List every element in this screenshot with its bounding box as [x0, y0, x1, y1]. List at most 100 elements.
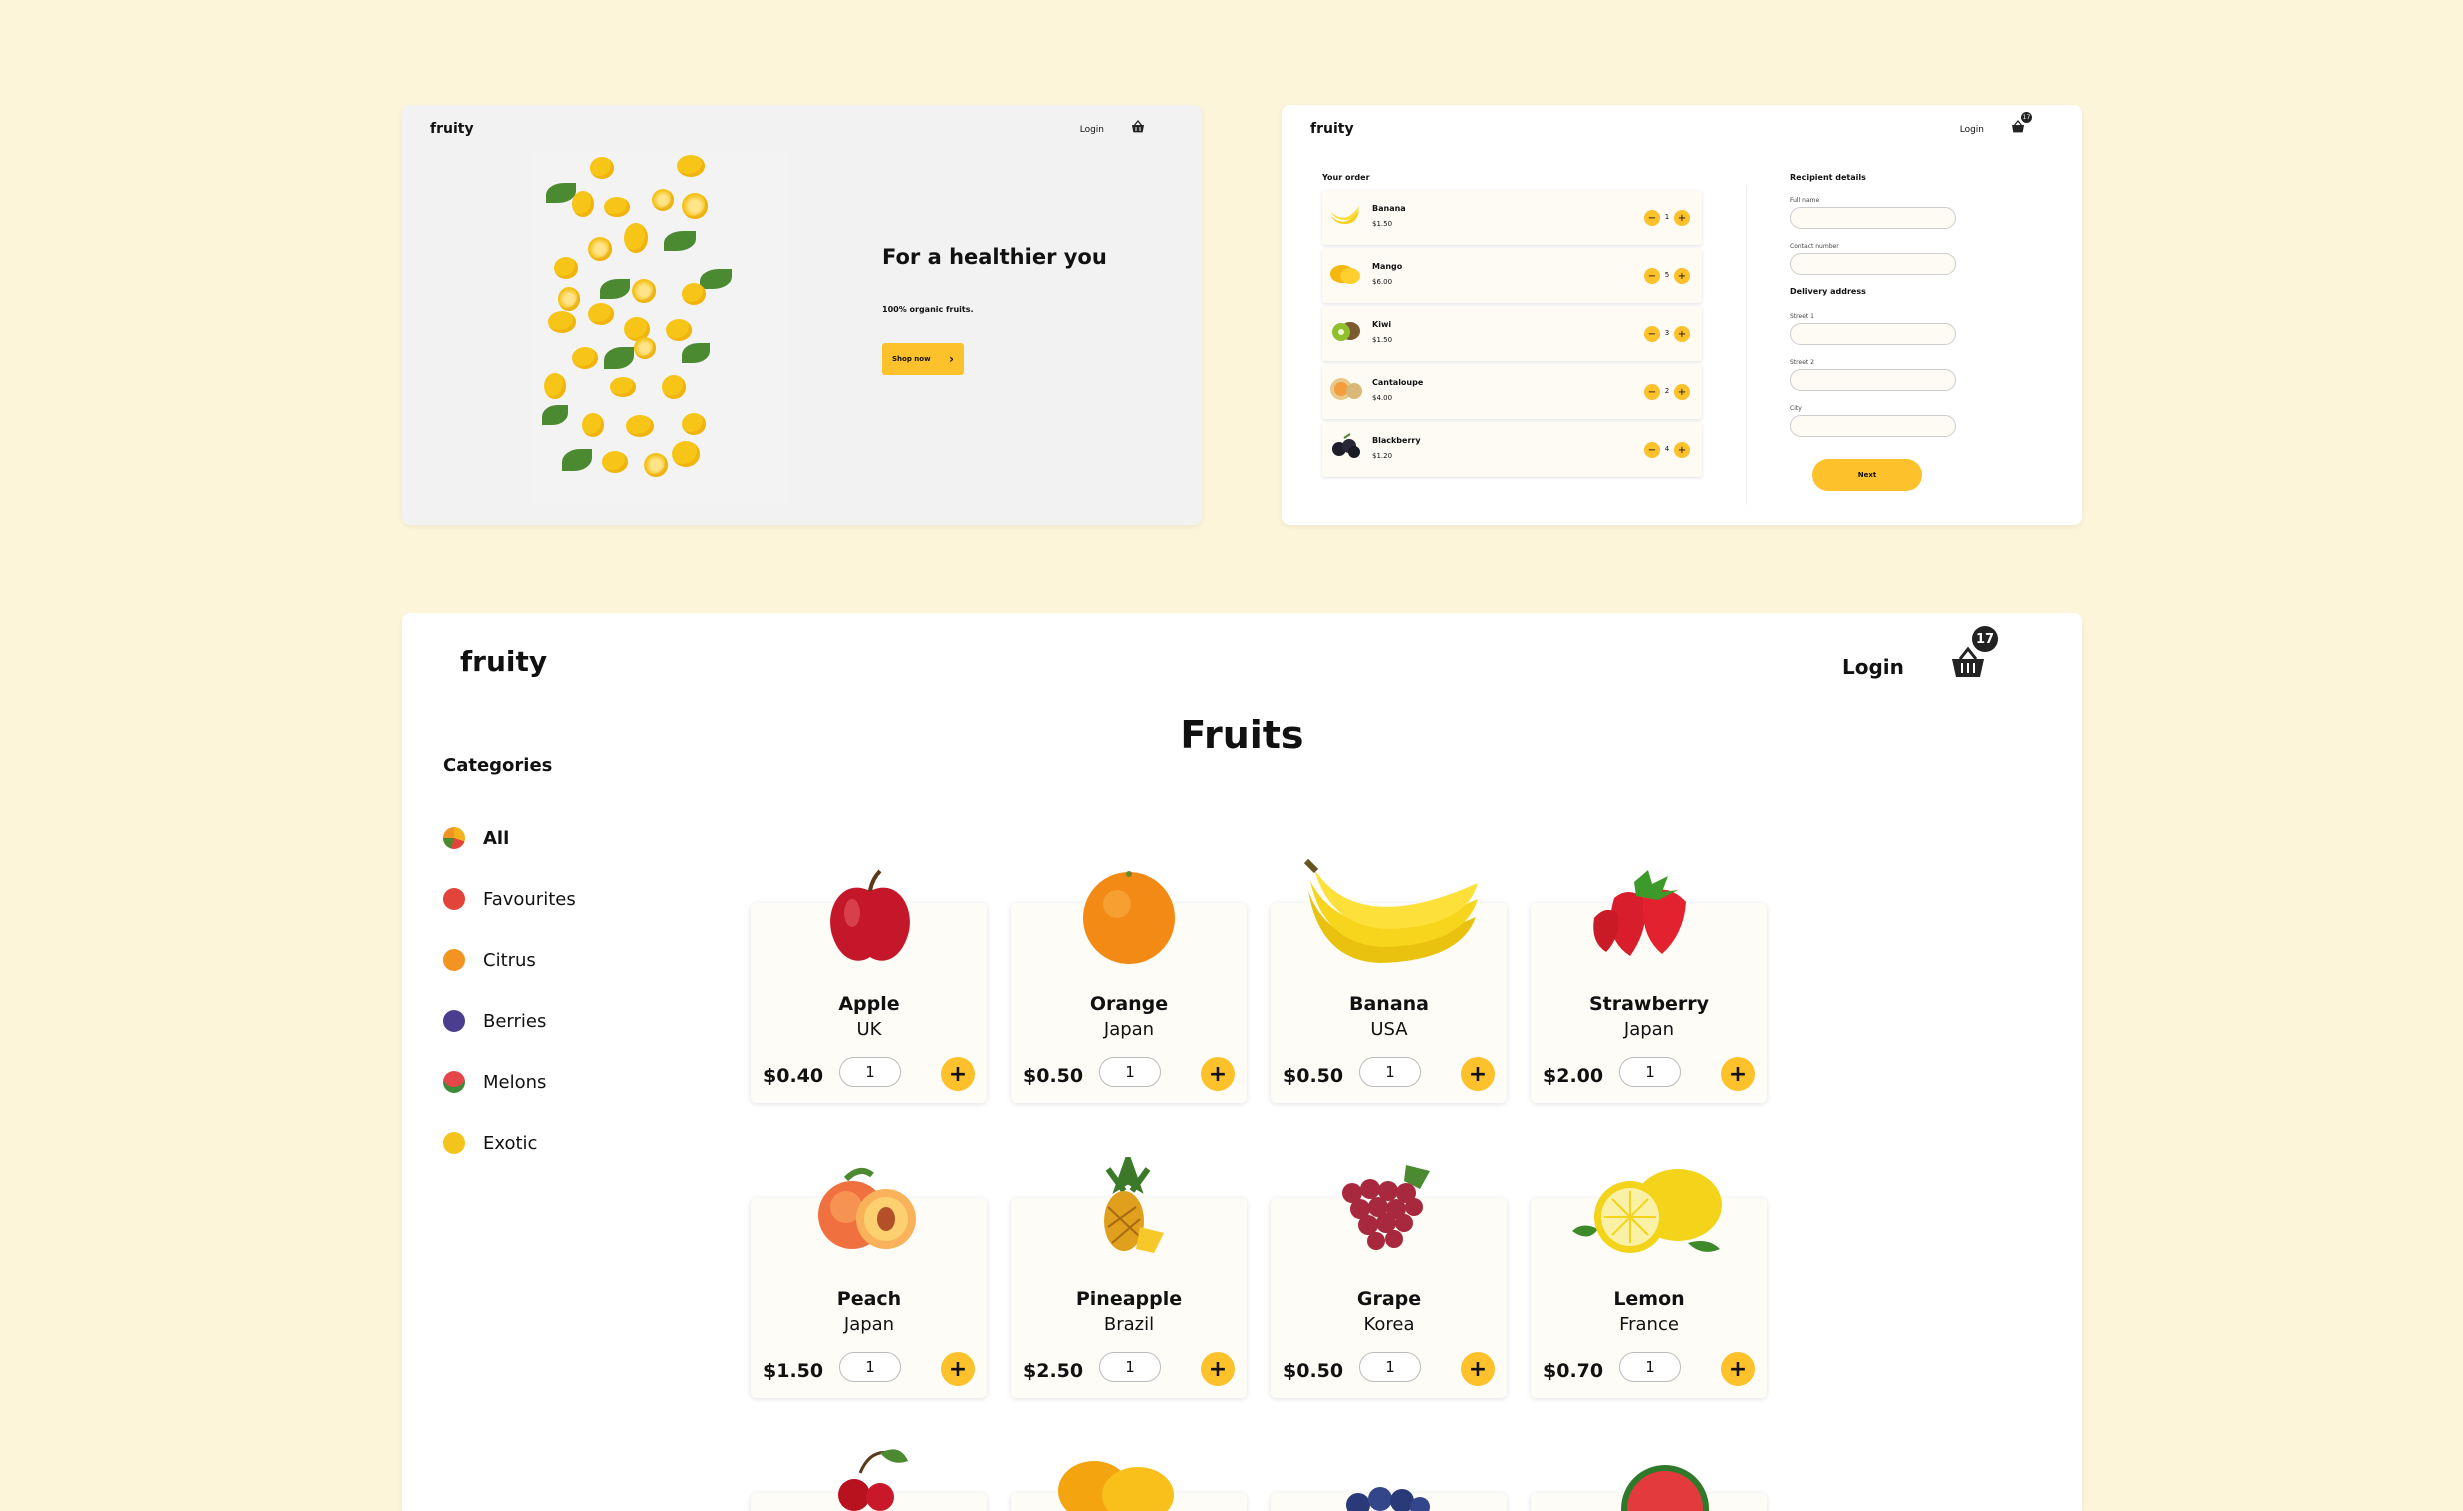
- apple-image: [830, 869, 910, 961]
- pineapple-icon: [443, 1132, 465, 1154]
- add-to-cart-button[interactable]: +: [941, 1057, 975, 1091]
- category-all[interactable]: All: [443, 823, 509, 853]
- decrease-button[interactable]: −: [1644, 326, 1660, 342]
- order-item-name: Kiwi: [1372, 320, 1392, 329]
- quantity-input[interactable]: 1: [839, 1057, 901, 1087]
- product-origin: Japan: [1623, 1019, 1675, 1040]
- mango-image: [1330, 265, 1360, 284]
- product-name: Grape: [1356, 1288, 1422, 1310]
- brand-logo[interactable]: fruity: [460, 645, 547, 678]
- city-field[interactable]: [1790, 415, 1956, 437]
- quantity-input[interactable]: 1: [1619, 1352, 1681, 1382]
- quantity-input[interactable]: 1: [1099, 1352, 1161, 1382]
- chevron-right-icon: ›: [949, 352, 954, 366]
- increase-button[interactable]: +: [1674, 326, 1690, 342]
- product-price: $0.40: [763, 1065, 824, 1087]
- decrease-button[interactable]: −: [1644, 210, 1660, 226]
- product-price: $0.50: [1283, 1360, 1344, 1382]
- category-exotic[interactable]: Exotic: [443, 1128, 537, 1158]
- cherry-image: [838, 1449, 908, 1511]
- add-to-cart-button[interactable]: +: [1201, 1352, 1235, 1386]
- add-to-cart-button[interactable]: +: [941, 1352, 975, 1386]
- order-item-name: Mango: [1372, 262, 1403, 271]
- decrease-button[interactable]: −: [1644, 384, 1660, 400]
- order-item: Kiwi $1.50 − 3 +: [1322, 306, 1702, 361]
- category-melons[interactable]: Melons: [443, 1067, 546, 1097]
- login-link[interactable]: Login: [1842, 655, 1904, 679]
- increase-button[interactable]: +: [1674, 268, 1690, 284]
- add-to-cart-button[interactable]: +: [1461, 1352, 1495, 1386]
- category-label: Berries: [483, 1010, 547, 1032]
- order-item-qty: 3: [1664, 329, 1670, 337]
- product-price: $0.50: [1023, 1065, 1084, 1087]
- login-link[interactable]: Login: [1080, 125, 1104, 135]
- product-origin: UK: [856, 1019, 882, 1040]
- shop-now-button[interactable]: Shop now ›: [882, 343, 964, 375]
- street1-field[interactable]: [1790, 323, 1956, 345]
- checkout-panel: fruity Login 17 Your order Banana $1.50 …: [1282, 105, 2082, 525]
- product-name: Peach: [836, 1288, 902, 1310]
- order-item-qty: 1: [1664, 213, 1670, 221]
- pineapple-image: [1104, 1157, 1164, 1253]
- login-link[interactable]: Login: [1960, 125, 1984, 135]
- categories-title: Categories: [443, 755, 553, 776]
- page-title: Fruits: [1180, 713, 1304, 757]
- quantity-input[interactable]: 1: [1359, 1057, 1421, 1087]
- category-label: Citrus: [483, 949, 536, 971]
- basket-icon[interactable]: [1130, 119, 1146, 135]
- increase-button[interactable]: +: [1674, 210, 1690, 226]
- increase-button[interactable]: +: [1674, 384, 1690, 400]
- quantity-input[interactable]: 1: [1359, 1352, 1421, 1382]
- order-item-price: $1.50: [1372, 336, 1393, 344]
- orange-image: [1083, 871, 1175, 964]
- category-label: Melons: [483, 1071, 547, 1093]
- quantity-input[interactable]: 1: [1099, 1057, 1161, 1087]
- quantity-input[interactable]: 1: [1619, 1057, 1681, 1087]
- brand-logo[interactable]: fruity: [430, 121, 474, 137]
- watermelon-image: [1621, 1465, 1709, 1511]
- lemons-image: [532, 151, 788, 505]
- brand-logo[interactable]: fruity: [1310, 121, 1354, 137]
- add-to-cart-button[interactable]: +: [1721, 1057, 1755, 1091]
- lemon-image: [1572, 1169, 1722, 1253]
- product-name: Lemon: [1613, 1288, 1685, 1310]
- quantity-input[interactable]: 1: [839, 1352, 901, 1382]
- column-divider: [1746, 185, 1747, 505]
- product-origin: Korea: [1363, 1314, 1415, 1335]
- order-item: Mango $6.00 − 5 +: [1322, 248, 1702, 303]
- product-price: $0.70: [1543, 1360, 1604, 1382]
- add-to-cart-button[interactable]: +: [1461, 1057, 1495, 1091]
- hero-panel: fruity Login For a healthier you 100% or…: [402, 105, 1202, 525]
- fruit-bowl-icon: [443, 827, 465, 849]
- order-item-qty: 2: [1664, 387, 1670, 395]
- kiwi-image: [1332, 322, 1360, 341]
- city-label: City: [1790, 405, 1802, 412]
- product-origin: Japan: [843, 1314, 895, 1335]
- street2-field[interactable]: [1790, 369, 1956, 391]
- add-to-cart-button[interactable]: +: [1721, 1352, 1755, 1386]
- full-name-field[interactable]: [1790, 207, 1956, 229]
- hero-subtitle: 100% organic fruits.: [882, 305, 974, 314]
- product-price: $0.50: [1283, 1065, 1344, 1087]
- decrease-button[interactable]: −: [1644, 442, 1660, 458]
- category-favourites[interactable]: Favourites: [443, 884, 576, 914]
- category-citrus[interactable]: Citrus: [443, 945, 536, 975]
- banana-image: [1303, 858, 1478, 963]
- product-origin: USA: [1370, 1019, 1408, 1040]
- increase-button[interactable]: +: [1674, 442, 1690, 458]
- decrease-button[interactable]: −: [1644, 268, 1660, 284]
- product-price: $2.50: [1023, 1360, 1084, 1382]
- add-to-cart-button[interactable]: +: [1201, 1057, 1235, 1091]
- contact-number-label: Contact number: [1790, 243, 1839, 250]
- product-name: Apple: [838, 993, 900, 1015]
- blackberry-image: [1332, 433, 1360, 458]
- blueberry-image: [1346, 1487, 1430, 1511]
- order-title: Your order: [1322, 173, 1370, 182]
- category-berries[interactable]: Berries: [443, 1006, 546, 1036]
- street1-label: Street 1: [1790, 313, 1814, 320]
- contact-number-field[interactable]: [1790, 253, 1956, 275]
- next-button[interactable]: Next: [1812, 459, 1922, 491]
- product-origin: France: [1619, 1314, 1679, 1335]
- product-origin: Japan: [1103, 1019, 1155, 1040]
- order-list: Banana $1.50 − 1 + Mango $6.00 − 5 + Kiw…: [1322, 190, 1702, 480]
